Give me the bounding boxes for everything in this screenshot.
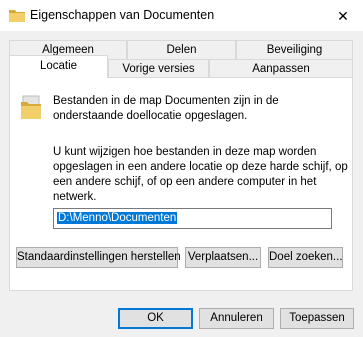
location-info: U kunt wijzigen hoe bestanden in deze ma… bbox=[53, 146, 348, 203]
window-title: Eigenschappen van Documenten bbox=[30, 8, 215, 22]
close-icon[interactable]: ✕ bbox=[333, 6, 353, 26]
restore-default-button[interactable]: Standaardinstellingen herstellen bbox=[16, 247, 181, 268]
tab-vorige-versies[interactable]: Vorige versies bbox=[108, 59, 209, 79]
ok-button[interactable]: OK bbox=[118, 308, 193, 329]
path-input[interactable]: D:\Menno\Documenten bbox=[53, 208, 332, 229]
folder-icon bbox=[9, 10, 25, 22]
path-value: D:\Menno\Documenten bbox=[57, 212, 178, 224]
location-description: Bestanden in de map Documenten zijn in d… bbox=[53, 95, 279, 122]
move-button[interactable]: Verplaatsen... bbox=[185, 247, 261, 268]
folder-icon bbox=[21, 95, 41, 119]
apply-button[interactable]: Toepassen bbox=[280, 308, 354, 329]
tab-beveiliging[interactable]: Beveiliging bbox=[236, 40, 353, 60]
find-target-button[interactable]: Doel zoeken... bbox=[268, 247, 343, 268]
cancel-button[interactable]: Annuleren bbox=[199, 308, 274, 329]
tab-aanpassen[interactable]: Aanpassen bbox=[209, 59, 353, 79]
tab-delen[interactable]: Delen bbox=[127, 40, 236, 60]
tab-locatie[interactable]: Locatie bbox=[9, 55, 108, 78]
